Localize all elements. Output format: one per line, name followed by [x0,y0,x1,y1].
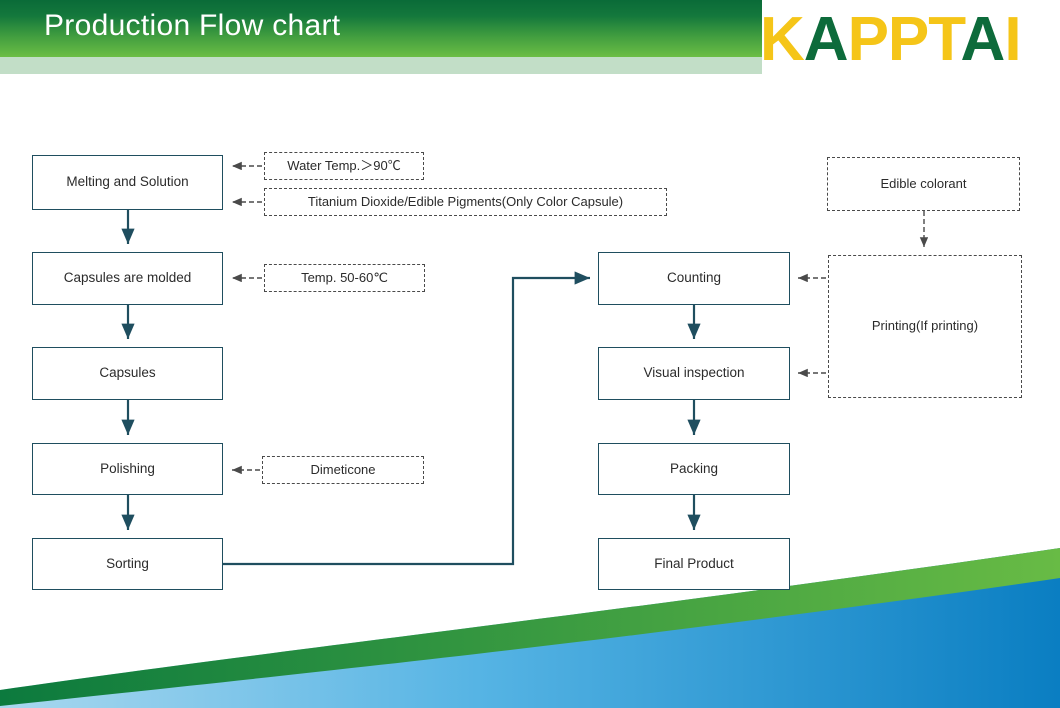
node-label: Melting and Solution [66,174,189,190]
node-label: Final Product [654,555,734,571]
node-final-product[interactable]: Final Product [598,538,790,590]
node-melting-and-solution[interactable]: Melting and Solution [32,155,223,210]
node-label: Polishing [100,460,155,476]
note-label: Titanium Dioxide/Edible Pigments(Only Co… [307,193,624,209]
note-label: Temp. 50-60℃ [301,269,388,285]
node-capsules-are-molded[interactable]: Capsules are molded [32,252,223,305]
note-titanium-dioxide[interactable]: Titanium Dioxide/Edible Pigments(Only Co… [264,188,667,216]
note-label: Edible colorant [880,175,967,191]
note-molding-temperature[interactable]: Temp. 50-60℃ [264,264,425,292]
node-visual-inspection[interactable]: Visual inspection [598,347,790,400]
note-label: Printing(If printing) [871,318,979,334]
note-printing[interactable]: Printing(If printing) [828,255,1022,398]
node-label: Capsules [99,365,156,381]
node-label: Counting [666,270,722,286]
note-label: Dimeticone [310,461,376,477]
node-label: Sorting [106,555,149,571]
node-label: Packing [669,460,719,476]
note-edible-colorant[interactable]: Edible colorant [827,157,1020,211]
note-dimeticone[interactable]: Dimeticone [262,456,424,484]
node-polishing[interactable]: Polishing [32,443,223,495]
note-label: Water Temp.＞90℃ [287,157,401,173]
node-counting[interactable]: Counting [598,252,790,305]
node-sorting[interactable]: Sorting [32,538,223,590]
edge-sorting-to-counting [223,271,590,566]
node-label: Visual inspection [643,365,745,381]
node-packing[interactable]: Packing [598,443,790,495]
slide-canvas: Production Flow chart KAPPTAI Melting an… [0,0,1060,708]
node-label: Capsules are molded [63,270,192,286]
note-water-temperature[interactable]: Water Temp.＞90℃ [264,152,424,180]
node-capsules[interactable]: Capsules [32,347,223,400]
